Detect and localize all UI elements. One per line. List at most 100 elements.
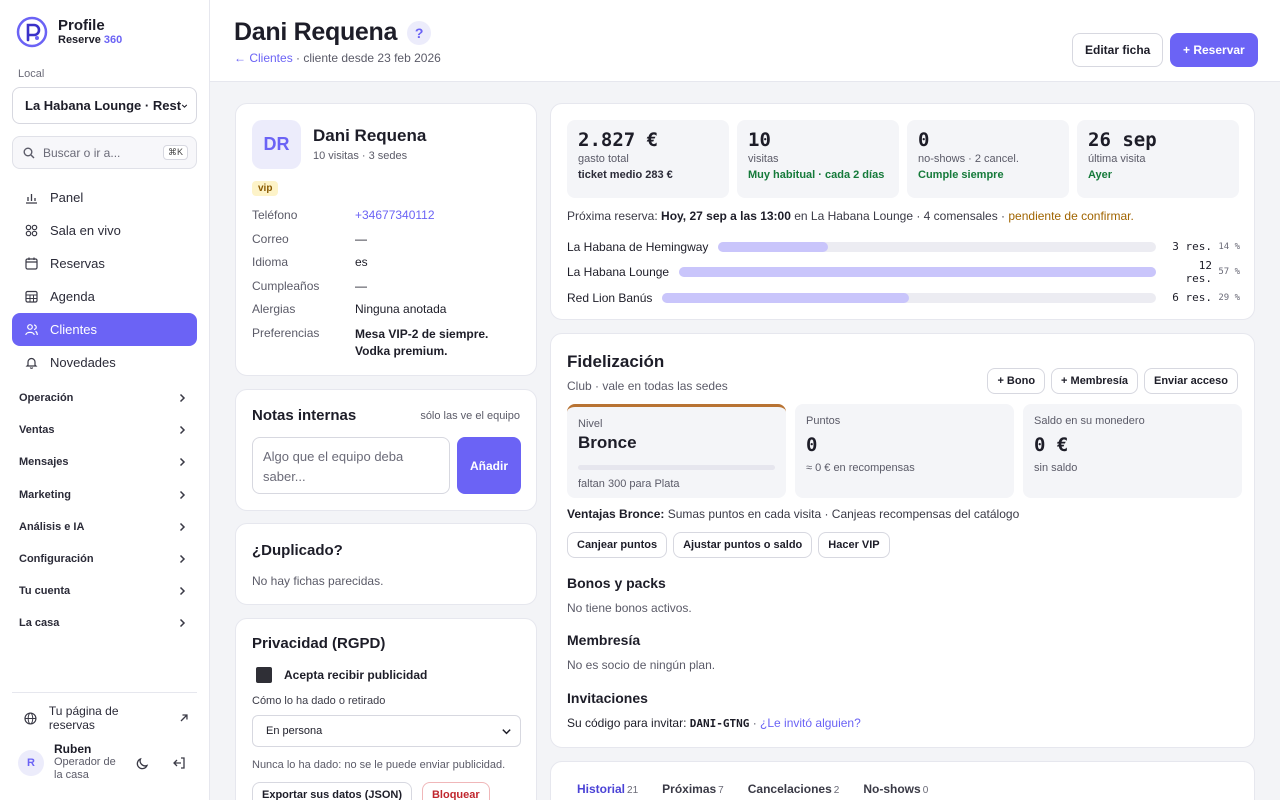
nav-item-agenda[interactable]: Agenda — [12, 280, 197, 313]
block-button[interactable]: Bloquear — [421, 782, 490, 800]
level-value: Bronce — [578, 433, 637, 452]
wallet-label: Saldo en su monedero — [1034, 415, 1145, 427]
tab-upcoming[interactable]: Próximas 7 — [662, 782, 724, 796]
nav-group-sales[interactable]: Ventas — [12, 414, 197, 446]
stat-sub: Ayer — [1088, 169, 1113, 181]
tab-cancellations[interactable]: Cancelaciones 2 — [748, 782, 840, 796]
page-title: Dani Requena — [234, 18, 398, 46]
benefits-label: Ventajas Bronce: — [567, 507, 665, 521]
benefits-text: Sumas puntos en cada visita · Canjeas re… — [664, 507, 1020, 521]
advertising-consent[interactable]: Acepta recibir publicidad — [256, 667, 427, 683]
stat-value: 10 — [748, 129, 771, 151]
add-membership-button[interactable]: + Membresía — [1051, 368, 1138, 394]
history-tabs: Historial 21 Próximas 7 Cancelaciones 2 No-… — [577, 782, 928, 796]
sidebar: Profile Reserve 360 Local La Habana Loun… — [0, 0, 210, 800]
nav-item-news[interactable]: Novedades — [12, 346, 197, 379]
stat-sub: Cumple siempre — [918, 169, 1004, 181]
who-invited-link[interactable]: ¿Le invitó alguien? — [760, 716, 861, 730]
nav-group-analytics[interactable]: Análisis e IA — [12, 511, 197, 543]
next-reservation-place: en La Habana Lounge · 4 comensales · — [790, 209, 1009, 223]
level-progress-track — [578, 465, 775, 470]
tab-history[interactable]: Historial 21 — [577, 782, 638, 796]
nav-label: Reservas — [50, 256, 105, 271]
loyalty-title: Fidelización — [567, 352, 665, 371]
consent-source-select[interactable]: En persona — [252, 715, 521, 747]
help-icon[interactable]: ? — [407, 20, 432, 45]
redeem-points-button[interactable]: Canjear puntos — [567, 532, 668, 558]
page-header: Dani Requena ? ← Clientes · cliente desd… — [210, 0, 1280, 82]
nav-label: Clientes — [50, 322, 97, 337]
search-icon — [23, 147, 35, 158]
detail-label: Idioma — [252, 255, 289, 270]
client-name: Dani Requena — [313, 126, 427, 145]
add-voucher-button[interactable]: + Bono — [987, 368, 1046, 394]
nav-group-house[interactable]: La casa — [12, 607, 197, 639]
stat-total-spend: 2.827 € gasto total ticket medio 283 € — [567, 120, 729, 198]
brand[interactable]: Profile Reserve 360 — [16, 16, 122, 48]
membership-title: Membresía — [567, 632, 641, 648]
venue-bar-track — [679, 267, 1156, 278]
tab-label: No-shows — [863, 782, 921, 796]
logout-icon[interactable] — [172, 756, 186, 770]
adjust-points-button[interactable]: Ajustar puntos o saldo — [673, 532, 813, 558]
nav-item-clients[interactable]: Clientes — [12, 313, 197, 346]
stat-sub: ticket medio 283 € — [578, 169, 673, 181]
detail-value: Mesa VIP-2 de siempre. Vodka premium. — [355, 326, 489, 358]
local-select[interactable]: La Habana Lounge · Rest — [12, 87, 197, 124]
user-avatar[interactable]: R — [18, 750, 44, 776]
venue-name: La Habana Lounge — [567, 265, 670, 280]
chevron-right-icon — [179, 394, 186, 403]
reserve-button[interactable]: + Reservar — [1170, 33, 1258, 67]
client-details: Teléfono +34677340112 Correo — Idioma es Cu… — [252, 208, 522, 366]
loyalty-summary: Nivel Bronce faltan 300 para Plata Punto… — [567, 404, 1242, 498]
nav-item-panel[interactable]: Panel — [12, 181, 197, 214]
venue-bar-track — [662, 292, 1156, 303]
vouchers-text: No tiene bonos activos. — [567, 601, 692, 615]
grid-icon — [24, 224, 38, 238]
detail-label: Correo — [252, 231, 289, 246]
calendar-icon — [24, 257, 38, 271]
nav-item-reservations[interactable]: Reservas — [12, 247, 197, 280]
profile-card: DR Dani Requena 10 visitas · 3 sedes vip… — [235, 103, 537, 376]
phone-link[interactable]: +34677340112 — [355, 208, 505, 222]
duplicate-title: ¿Duplicado? — [252, 542, 343, 559]
nav-group-account[interactable]: Tu cuenta — [12, 575, 197, 607]
send-access-button[interactable]: Enviar acceso — [1144, 368, 1238, 394]
notes-textarea[interactable]: Algo que el equipo deba saber... — [252, 437, 450, 494]
nav-group-label: Mensajes — [19, 456, 69, 469]
tab-no-shows[interactable]: No-shows 0 — [863, 782, 928, 796]
detail-value: es — [355, 255, 368, 270]
points-label: Puntos — [806, 415, 841, 427]
detail-label: Preferencias — [252, 325, 320, 340]
add-note-button[interactable]: Añadir — [457, 437, 521, 494]
tab-count: 21 — [627, 785, 639, 796]
make-vip-button[interactable]: Hacer VIP — [818, 532, 890, 558]
next-reservation[interactable]: Próxima reserva: Hoy, 27 sep a las 13:00… — [567, 209, 1134, 223]
venue-bar-track — [718, 241, 1156, 252]
tab-label: Próximas — [662, 782, 717, 796]
tab-label: Historial — [577, 782, 626, 796]
nav-label: Sala en vivo — [50, 223, 121, 238]
chevron-right-icon — [179, 555, 186, 564]
vouchers-title: Bonos y packs — [567, 575, 666, 591]
consent-checkbox[interactable] — [256, 667, 272, 683]
chevron-down-icon — [181, 103, 188, 108]
users-icon — [24, 323, 38, 337]
nav-item-live-room[interactable]: Sala en vivo — [12, 214, 197, 247]
edit-profile-button[interactable]: Editar ficha — [1072, 33, 1164, 67]
booking-page-link[interactable]: Tu página de reservas — [12, 704, 197, 732]
export-data-button[interactable]: Exportar sus datos (JSON) — [252, 782, 412, 800]
nav-group-settings[interactable]: Configuración — [12, 543, 197, 575]
nav-group-marketing[interactable]: Marketing — [12, 479, 197, 511]
stats-card: 2.827 € gasto total ticket medio 283 € 1… — [550, 103, 1255, 320]
nav-group-messages[interactable]: Mensajes — [12, 446, 197, 478]
moon-icon[interactable] — [136, 756, 150, 770]
breadcrumb-back-link[interactable]: ← Clientes — [234, 51, 293, 65]
nav-group-operation[interactable]: Operación — [12, 382, 197, 414]
nav-label: Panel — [50, 190, 84, 205]
nav-group-label: Marketing — [19, 488, 71, 501]
nav-label: Novedades — [50, 355, 116, 370]
loyalty-points-box: Puntos 0 ≈ 0 € en recompensas — [795, 404, 1014, 498]
chevron-right-icon — [179, 490, 186, 499]
search-input[interactable]: Buscar o ir a... ⌘K — [12, 136, 197, 169]
